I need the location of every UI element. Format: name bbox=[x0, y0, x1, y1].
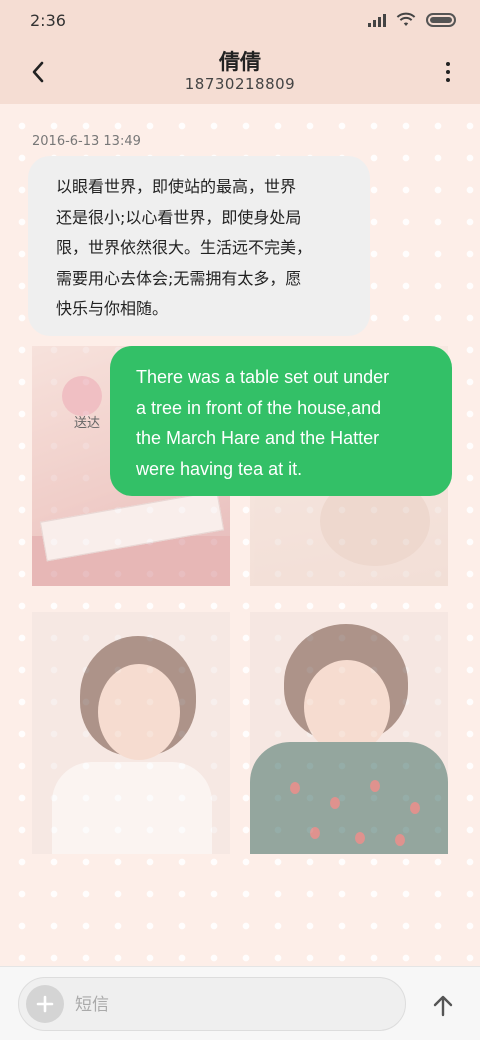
message-line: were having tea at it. bbox=[136, 458, 303, 479]
message-timestamp: 2016-6-13 13:49 bbox=[32, 134, 141, 149]
battery-icon bbox=[426, 13, 456, 27]
contact-number: 18730218809 bbox=[184, 75, 296, 93]
message-line: There was a table set out under bbox=[136, 367, 390, 387]
message-line: 以眼看世界，即使站的最高，世界 bbox=[56, 177, 297, 196]
status-icons bbox=[368, 12, 456, 28]
add-attachment-button[interactable] bbox=[26, 985, 64, 1023]
wallpaper-photo bbox=[32, 612, 230, 854]
signal-icon bbox=[368, 13, 386, 27]
message-line: 限，世界依然很大。生活远不完美， bbox=[56, 238, 313, 257]
status-bar: 2:36 bbox=[0, 0, 480, 40]
contact-name: 倩倩 bbox=[219, 50, 261, 74]
composer-input-wrapper bbox=[18, 977, 406, 1031]
conversation-header: 倩倩 18730218809 bbox=[0, 40, 480, 104]
delivery-status: 送达 bbox=[74, 416, 101, 431]
composer-bar bbox=[0, 966, 480, 1040]
wallpaper-photo bbox=[250, 612, 448, 854]
send-button[interactable] bbox=[428, 991, 458, 1021]
plus-icon bbox=[36, 995, 54, 1013]
arrow-up-icon bbox=[433, 995, 453, 1017]
incoming-message-bubble[interactable]: 以眼看世界，即使站的最高，世界 还是很小;以心看世界，即使身处局 限，世界依然很… bbox=[28, 156, 370, 336]
status-time: 2:36 bbox=[30, 11, 66, 30]
wifi-icon bbox=[396, 12, 416, 26]
message-line: 快乐与你相随。 bbox=[56, 299, 169, 318]
more-vertical-icon bbox=[446, 62, 450, 66]
message-line: a tree in front of the house,and bbox=[136, 397, 382, 418]
message-input[interactable] bbox=[75, 990, 375, 1020]
outgoing-message-bubble[interactable]: There was a table set out under a tree i… bbox=[110, 346, 452, 496]
message-line: the March Hare and the Hatter bbox=[136, 428, 380, 448]
message-line: 需要用心去体会;无需拥有太多，愿 bbox=[56, 268, 302, 288]
more-options-button[interactable] bbox=[438, 56, 458, 88]
message-line: 还是很小;以心看世界，即使身处局 bbox=[56, 207, 302, 227]
